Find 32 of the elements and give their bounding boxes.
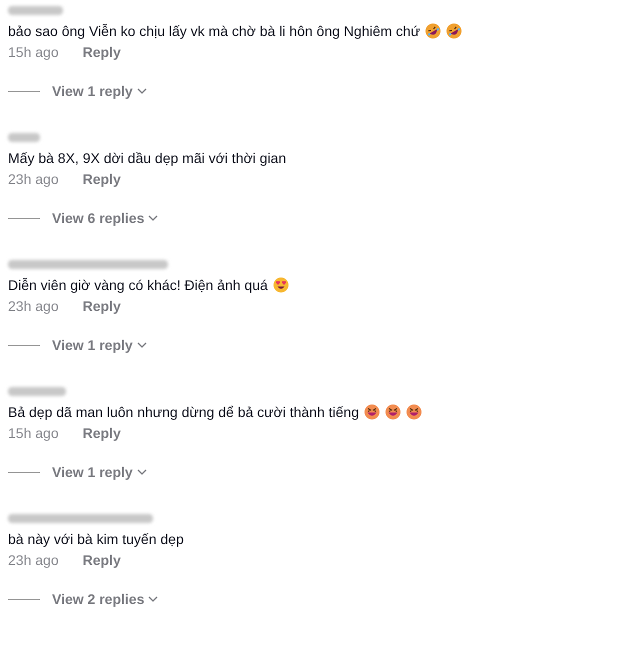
blurred-username (8, 133, 40, 142)
view-replies-button[interactable]: View 2 replies (52, 588, 158, 610)
comment-time: 15h ago (8, 42, 59, 62)
chevron-down-icon (136, 342, 147, 348)
comment-time: 23h ago (8, 550, 59, 570)
comment-time: 23h ago (8, 170, 59, 189)
chevron-down-icon (136, 88, 147, 94)
view-replies-button[interactable]: View 1 reply (52, 334, 147, 356)
chevron-down-icon (148, 596, 158, 602)
reply-link[interactable]: Reply (82, 422, 121, 444)
reply-link[interactable]: Reply (82, 168, 121, 190)
reply-link[interactable]: Reply (82, 42, 121, 62)
comment-text: bà này với bà kim tuyến dẹp (8, 530, 184, 549)
comment-time: 15h ago (8, 424, 59, 443)
grinning-face-icon (385, 404, 401, 420)
chevron-down-icon (148, 215, 158, 221)
comment-text: bảo sao ông Viễn ko chịu lấy vk mà chờ bà li hôn ông Nghiêm chứ (8, 22, 420, 41)
chevron-down-icon (136, 469, 147, 475)
view-replies-button[interactable]: View 1 reply (52, 80, 147, 102)
comment-text: Bả dẹp dã man luôn nhưng dừng dể bả cười thành tiếng (8, 402, 359, 422)
comment-text: Mấy bà 8X, 9X dời dầu dẹp mãi với thời gian (8, 148, 286, 168)
view-replies-button[interactable]: View 1 reply (52, 462, 147, 482)
comment-text: Diễn viên giờ vàng có khác! Điện ảnh quá (8, 276, 268, 295)
reply-link[interactable]: Reply (82, 550, 121, 570)
reply-link[interactable]: Reply (82, 296, 121, 316)
blurred-username (8, 6, 63, 15)
comment-time: 23h ago (8, 296, 59, 316)
blurred-username (8, 387, 66, 396)
grinning-face-icon (364, 404, 380, 420)
heart-eyes-face-icon (272, 277, 289, 293)
grinning-face-icon (406, 404, 422, 420)
view-replies-button[interactable]: View 6 replies (52, 208, 158, 228)
